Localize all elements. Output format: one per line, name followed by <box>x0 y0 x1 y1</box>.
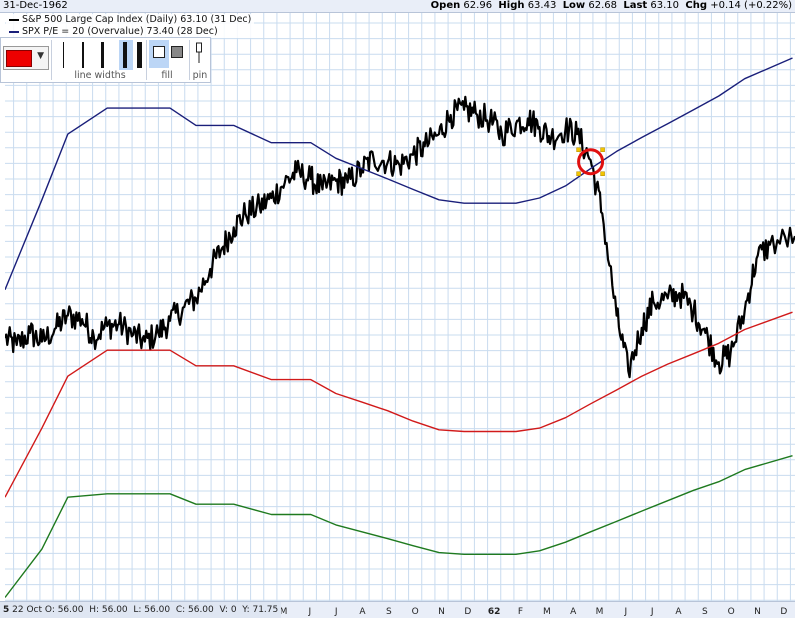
annotation-handle[interactable] <box>600 147 605 152</box>
line-style-toolbox: ▼ line widths fill pin <box>0 37 211 83</box>
cursor-readout: 5 22 Oct O: 56.00 H: 56.00 L: 56.00 C: 5… <box>0 602 282 618</box>
chg-value: +0.14 (+0.22%) <box>710 0 792 11</box>
x-tick-label: J <box>334 607 338 617</box>
low-value: 62.68 <box>588 0 617 11</box>
line-width-2-button[interactable] <box>82 42 84 68</box>
color-picker-button[interactable]: ▼ <box>3 46 49 70</box>
price-chart[interactable] <box>5 13 795 601</box>
readout-close: C: 56.00 <box>175 605 214 615</box>
readout-y: Y: 71.75 <box>242 605 279 615</box>
x-tick-label: M <box>596 607 604 617</box>
x-tick-label: M <box>543 607 551 617</box>
x-tick-label: J <box>650 607 654 617</box>
high-label: High <box>498 0 525 11</box>
x-tick-label: J <box>624 607 628 617</box>
x-tick-label: D <box>464 607 471 617</box>
series-line-overvalue <box>5 57 793 290</box>
legend-swatch-overvalue <box>9 31 19 33</box>
low-label: Low <box>562 0 586 11</box>
last-value: 63.10 <box>650 0 680 11</box>
fill-label: fill <box>161 70 173 81</box>
legend-swatch-price <box>9 19 19 21</box>
pin-icon[interactable] <box>195 42 203 64</box>
series-line-undervalue <box>5 455 793 598</box>
header-date: 31-Dec-1962 <box>3 0 68 11</box>
readout-low: L: 56.00 <box>133 605 171 615</box>
x-tick-label: A <box>359 607 366 617</box>
line-widths-label: line widths <box>74 70 126 81</box>
line-width-5-button[interactable] <box>137 42 142 68</box>
x-tick-label: J <box>308 607 312 617</box>
x-tick-label: D <box>780 607 787 617</box>
divider <box>51 40 52 80</box>
line-width-3-button[interactable] <box>101 42 104 68</box>
annotation-handle[interactable] <box>576 171 581 176</box>
x-tick-label: N <box>438 607 445 617</box>
open-value: 62.96 <box>463 0 493 11</box>
readout-high: H: 56.00 <box>89 605 128 615</box>
open-label: Open <box>430 0 461 11</box>
line-width-1-button[interactable] <box>63 42 64 68</box>
fill-none-button[interactable] <box>153 46 165 58</box>
chg-label: Chg <box>685 0 708 11</box>
pin-label: pin <box>192 70 208 81</box>
legend-label-price: S&P 500 Large Cap Index (Daily) 63.10 (3… <box>22 14 252 25</box>
x-tick-label: O <box>728 607 735 617</box>
high-value: 63.43 <box>527 0 557 11</box>
x-tick-label: S <box>386 607 392 617</box>
readout-date: 22 Oct <box>12 605 43 615</box>
dropdown-arrow-icon: ▼ <box>37 51 44 61</box>
line-width-selector <box>57 40 143 70</box>
chart-app: 31-Dec-1962 Open 62.96 High 63.43 Low 62… <box>0 0 795 618</box>
annotation-handle[interactable] <box>576 147 581 152</box>
readout-axis-label: 5 <box>3 605 10 615</box>
x-tick-label: 62 <box>488 607 501 617</box>
color-swatch <box>6 50 32 67</box>
chart-series <box>5 57 795 598</box>
last-label: Last <box>623 0 648 11</box>
legend-item-price: S&P 500 Large Cap Index (Daily) 63.10 (3… <box>9 14 251 26</box>
x-tick-label: S <box>702 607 708 617</box>
x-tick-label: O <box>412 607 419 617</box>
x-tick-label: A <box>570 607 577 617</box>
x-tick-label: F <box>518 607 523 617</box>
line-width-4-button[interactable] <box>123 42 127 68</box>
time-axis-bar: JASOND61FMAMJJASOND62FMAMJJASOND 5 22 Oc… <box>0 601 795 618</box>
header-bar: 31-Dec-1962 Open 62.96 High 63.43 Low 62… <box>0 0 795 13</box>
ohlc-readout: Open 62.96 High 63.43 Low 62.68 Last 63.… <box>431 0 792 12</box>
readout-volume: V: 0 <box>219 605 237 615</box>
readout-open: O: 56.00 <box>44 605 84 615</box>
chart-legend: S&P 500 Large Cap Index (Daily) 63.10 (3… <box>6 14 255 38</box>
chart-grid <box>5 13 795 601</box>
annotation-handle[interactable] <box>600 171 605 176</box>
fill-solid-button[interactable] <box>171 46 183 58</box>
x-tick-label: A <box>675 607 682 617</box>
x-tick-label: N <box>754 607 761 617</box>
series-line-fair <box>5 311 793 498</box>
